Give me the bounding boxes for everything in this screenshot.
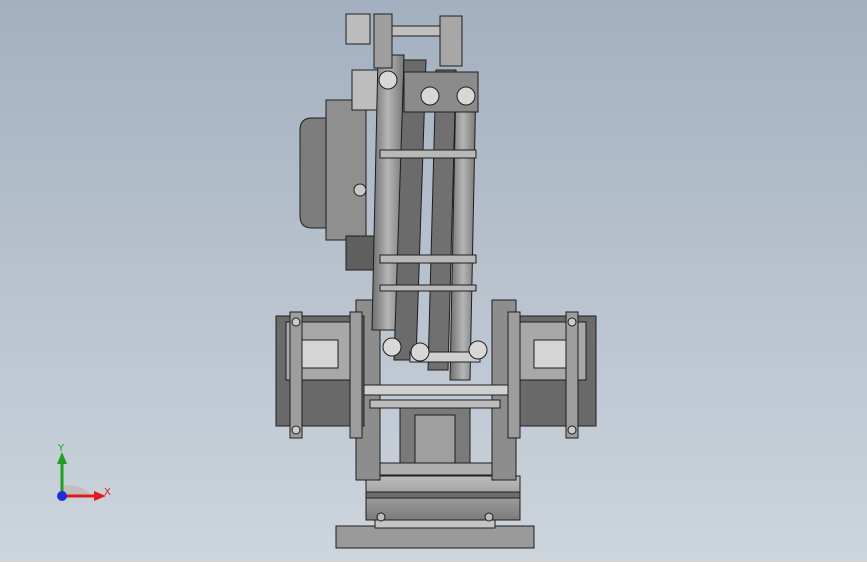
y-axis-label: Y bbox=[58, 443, 65, 454]
x-axis-label: X bbox=[104, 487, 111, 498]
3d-viewport[interactable]: X Y bbox=[0, 0, 867, 562]
gripper-mount[interactable] bbox=[345, 13, 371, 45]
base-plate[interactable] bbox=[335, 525, 535, 549]
model-view[interactable] bbox=[0, 0, 867, 562]
z-axis-dot bbox=[57, 491, 67, 501]
